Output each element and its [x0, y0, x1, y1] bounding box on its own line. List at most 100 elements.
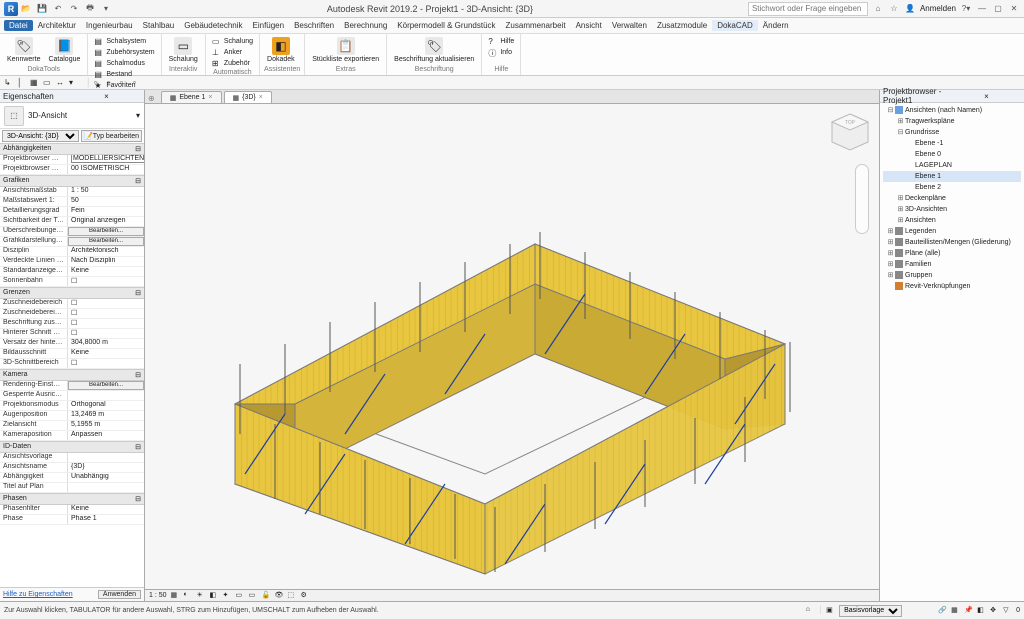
visual-style-icon[interactable]: ◐ [184, 591, 193, 600]
prop-row[interactable]: Hinterer Schnitt aktiv [0, 329, 144, 339]
prop-section-header[interactable]: Abhängigkeiten⊟ [0, 143, 144, 155]
prop-section-header[interactable]: Phasen⊟ [0, 493, 144, 505]
select-pinned-icon[interactable]: 📌 [964, 606, 974, 616]
analysis-icon[interactable]: ⚙ [301, 591, 310, 600]
menu-datei[interactable]: Datei [4, 20, 33, 31]
sun-path-icon[interactable]: ☀ [197, 591, 206, 600]
view-cube[interactable]: TOP [828, 110, 873, 155]
prop-row[interactable]: PhasenfilterKeine [0, 505, 144, 515]
dropdown-icon[interactable]: ▾ [100, 3, 112, 15]
prop-row[interactable]: Rendering-Einstellun...Bearbeiten... [0, 381, 144, 391]
prop-row[interactable]: Ansichtsmaßstab1 : 50 [0, 187, 144, 197]
open-icon[interactable]: 📂 [20, 3, 32, 15]
prop-row[interactable]: Beschriftung zuschn... [0, 319, 144, 329]
prop-row[interactable]: Standardanzeigestil f...Keine [0, 267, 144, 277]
prop-row[interactable]: Titel auf Plan [0, 483, 144, 493]
tree-item[interactable]: ⊟Grundrisse [883, 127, 1021, 138]
maximize-icon[interactable]: ▢ [992, 3, 1004, 15]
tree-item[interactable]: ⊞Pläne (alle) [883, 248, 1021, 259]
browser-close-icon[interactable]: × [952, 92, 1021, 101]
print-icon[interactable]: 🖶 [84, 3, 96, 15]
prop-row[interactable]: Zuschneidebereich si... [0, 309, 144, 319]
help-search-input[interactable] [748, 2, 868, 16]
help-icon[interactable]: ?▾ [960, 3, 972, 15]
instance-filter-select[interactable]: 3D-Ansicht: {3D} [2, 130, 79, 142]
ribbon-zubeh-r-button[interactable]: ⊞Zubehör [210, 58, 255, 69]
prop-section-header[interactable]: Kamera⊟ [0, 369, 144, 381]
menu-berechnung[interactable]: Berechnung [339, 20, 392, 31]
menu-k-rpermodell-grundst-ck[interactable]: Körpermodell & Grundstück [392, 20, 500, 31]
tree-item[interactable]: ⊞Ansichten [883, 215, 1021, 226]
redo-icon[interactable]: ↷ [68, 3, 80, 15]
reveal-icon[interactable]: ⬚ [288, 591, 297, 600]
prop-row[interactable]: DetaillierungsgradFein [0, 207, 144, 217]
prop-row[interactable]: KamerapositionAnpassen [0, 431, 144, 441]
prop-section-header[interactable]: Grenzen⊟ [0, 287, 144, 299]
prop-section-header[interactable]: ID-Daten⊟ [0, 441, 144, 453]
line-icon[interactable]: │ [17, 78, 27, 88]
tree-item[interactable]: Ebene -1 [883, 138, 1021, 149]
select-underlay-icon[interactable]: ▦ [951, 606, 961, 616]
close-icon[interactable]: ✕ [1008, 3, 1020, 15]
tree-item[interactable]: ⊞Gruppen [883, 270, 1021, 281]
view-tab[interactable]: ▦Ebene 1× [161, 91, 222, 103]
tree-item[interactable]: ⊞Familien [883, 259, 1021, 270]
login-link[interactable]: Anmelden [920, 4, 956, 13]
prop-row[interactable]: Ansichtsname{3D} [0, 463, 144, 473]
editable-only-icon[interactable]: ▣ [826, 606, 836, 616]
dimension-icon[interactable]: ↔ [56, 78, 66, 88]
edit-type-button[interactable]: 📝 Typ bearbeiten [81, 130, 142, 142]
properties-close-icon[interactable]: × [72, 92, 141, 101]
prop-row[interactable]: Augenposition13,2469 m [0, 411, 144, 421]
new-tab-icon[interactable]: ⊕ [148, 94, 155, 103]
minimize-icon[interactable]: — [976, 3, 988, 15]
prop-row[interactable]: Projektbrowser Glied...00 ISOMETRISCH [0, 165, 144, 175]
ribbon-schalsystem-button[interactable]: ▤Schalsystem [92, 36, 156, 47]
temp-hide-icon[interactable]: 👁 [275, 591, 284, 600]
prop-row[interactable]: Überschreibungen S...Bearbeiten... [0, 227, 144, 237]
undo-icon[interactable]: ↶ [52, 3, 64, 15]
ribbon-info-button[interactable]: ⓘInfo [486, 47, 516, 58]
prop-row[interactable]: Zielansicht5,1955 m [0, 421, 144, 431]
ribbon-schalmodus-button[interactable]: ▤Schalmodus [92, 58, 156, 69]
menu-ingenieurbau[interactable]: Ingenieurbau [81, 20, 138, 31]
prop-row[interactable]: Ansichtsvorlage [0, 453, 144, 463]
ribbon-beschriftung-aktualisieren-button[interactable]: 🏷Beschriftung aktualisieren [391, 36, 477, 64]
ribbon-kennwerte-button[interactable]: 🏷Kennwerte [4, 36, 43, 64]
tree-item[interactable]: ⊞Bauteillisten/Mengen (Gliederung) [883, 237, 1021, 248]
star-icon[interactable]: ☆ [888, 3, 900, 15]
drag-elements-icon[interactable]: ✥ [990, 606, 1000, 616]
filter-icon[interactable]: ▽ [1003, 606, 1013, 616]
prop-row[interactable]: Versatz der hinteren ...304,8000 m [0, 339, 144, 349]
menu-stahlbau[interactable]: Stahlbau [138, 20, 180, 31]
view-tab[interactable]: ▦{3D}× [224, 91, 272, 103]
prop-row[interactable]: ProjektionsmodusOrthogonal [0, 401, 144, 411]
menu-einf-gen[interactable]: Einfügen [248, 20, 290, 31]
tree-item[interactable]: Revit-Verknüpfungen [883, 281, 1021, 292]
ribbon-anker-button[interactable]: ⊥Anker [210, 47, 255, 58]
prop-row[interactable]: Verdeckte Linien anz...Nach Disziplin [0, 257, 144, 267]
prop-row[interactable]: Grafikdarstellungsop...Bearbeiten... [0, 237, 144, 247]
ribbon-schalung-button[interactable]: ▭Schalung [166, 36, 201, 64]
tree-item[interactable]: LAGEPLAN [883, 160, 1021, 171]
chevron-down-icon[interactable]: ▾ [69, 78, 79, 88]
scale-label[interactable]: 1 : 50 [149, 592, 167, 599]
select-face-icon[interactable]: ◧ [977, 606, 987, 616]
detail-level-icon[interactable]: ▦ [171, 591, 180, 600]
ribbon-catalogue-button[interactable]: 📘Catalogue [45, 36, 83, 64]
ribbon-st-ckliste-exportieren-button[interactable]: 📋Stückliste exportieren [309, 36, 382, 64]
t2a-icon[interactable]: ▫ [94, 78, 104, 88]
tree-item[interactable]: Ebene 2 [883, 182, 1021, 193]
menu--ndern[interactable]: Ändern [758, 20, 794, 31]
properties-help-link[interactable]: Hilfe zu Eigenschaften [3, 591, 73, 598]
prop-row[interactable]: AbhängigkeitUnabhängig [0, 473, 144, 483]
ribbon-zubeh-rsystem-button[interactable]: ▤Zubehörsystem [92, 47, 156, 58]
shadows-icon[interactable]: ◧ [210, 591, 219, 600]
t2c-icon[interactable]: ▫ [120, 78, 130, 88]
tree-item[interactable]: ⊞Tragwerkspläne [883, 116, 1021, 127]
prop-row[interactable]: Maßstabswert 1:50 [0, 197, 144, 207]
design-options-select[interactable]: Basisvorlage [839, 605, 902, 617]
menu-geb-udetechnik[interactable]: Gebäudetechnik [179, 20, 247, 31]
prop-row[interactable]: Gesperrte Ausrichtung [0, 391, 144, 401]
menu-dokacad[interactable]: DokaCAD [712, 20, 758, 31]
